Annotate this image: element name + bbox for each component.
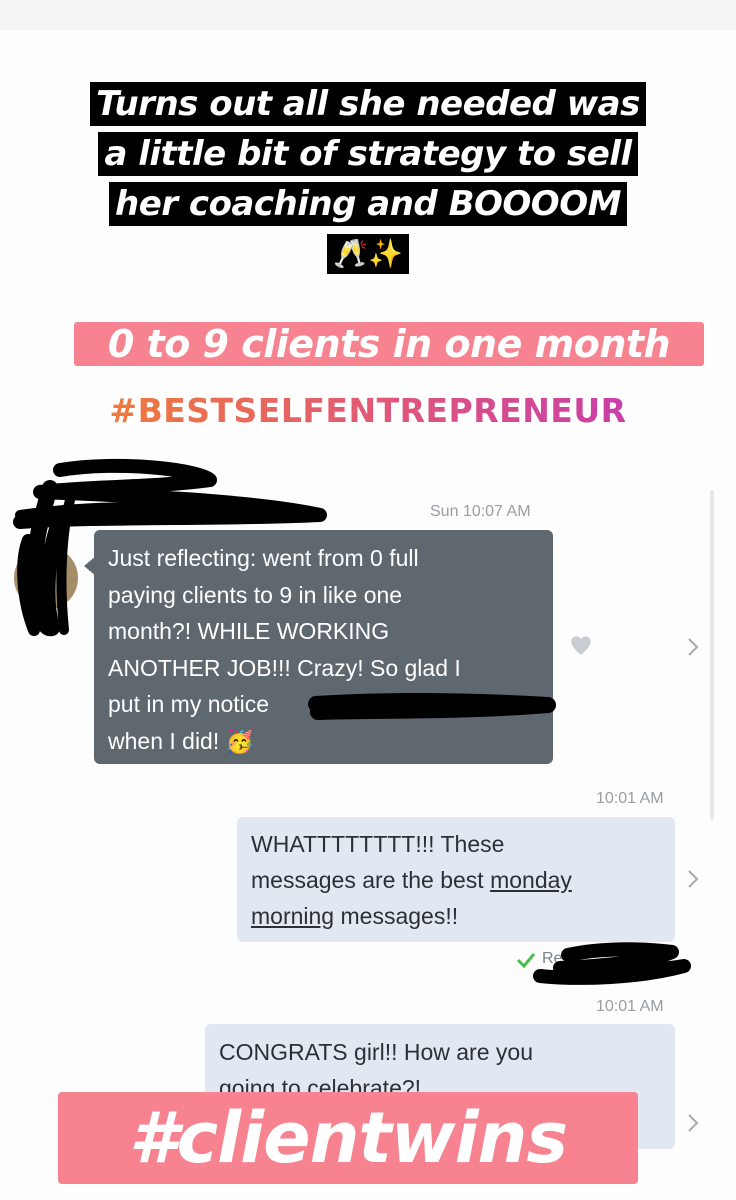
headline-emoji: 🥂✨ [327,234,409,274]
headline-line-2: a little bit of strategy to sell [98,132,638,176]
underlined-link[interactable]: morning [251,903,334,929]
message-line: WHATTTTTTTT!!! These [251,831,505,857]
hashtag-bestself: #BESTSELFENTREPRENEUR [109,391,626,430]
message-line: month?! WHILE WORKING [108,618,390,644]
clients-banner-text: 0 to 9 clients in one month [107,322,671,366]
chevron-right-icon[interactable] [686,636,700,658]
message-line: morning messages!! [251,898,671,934]
message-timestamp: Sun 10:07 AM [430,503,531,520]
clientwins-text: #clientwins [128,1097,568,1179]
heart-icon[interactable] [568,632,594,658]
message-text: messages!! [334,903,459,929]
headline-line-1: Turns out all she needed was [90,82,646,126]
read-receipt: Re [542,950,563,967]
incoming-message-text: Just reflecting: went from 0 full paying… [108,540,548,759]
message-line: put in my notice [108,691,270,717]
message-timestamp: 10:01 AM [596,998,664,1015]
message-timestamp: 10:01 AM [596,790,664,807]
chevron-right-icon[interactable] [686,1112,700,1134]
headline-line-3: her coaching and BOOOOM [109,182,627,226]
story-frame: Turns out all she needed was a little bi… [0,0,736,1200]
story-headline: Turns out all she needed was a little bi… [0,82,736,282]
top-bar [0,0,736,30]
check-icon [516,953,536,969]
message-line: ANOTHER JOB!!! Crazy! So glad I [108,654,461,681]
message-line: Just reflecting: went from 0 full [108,545,419,571]
avatar[interactable] [14,546,78,610]
message-line: CONGRATS girl!! How are you [219,1039,533,1065]
underlined-link[interactable]: monday [490,867,572,893]
message-text: messages are the best [251,867,491,893]
hashtag-bestself-text: #BESTSELFENTREPRENEUR [109,391,626,430]
chat-scrollbar[interactable] [710,490,714,820]
message-line: paying clients to 9 in like one [108,581,403,608]
chevron-right-icon[interactable] [686,868,700,890]
outgoing-message-text: WHATTTTTTTT!!! These messages are the be… [251,826,671,934]
message-line: messages are the best monday [251,862,671,898]
message-line: when I did! 🥳 [108,727,255,754]
